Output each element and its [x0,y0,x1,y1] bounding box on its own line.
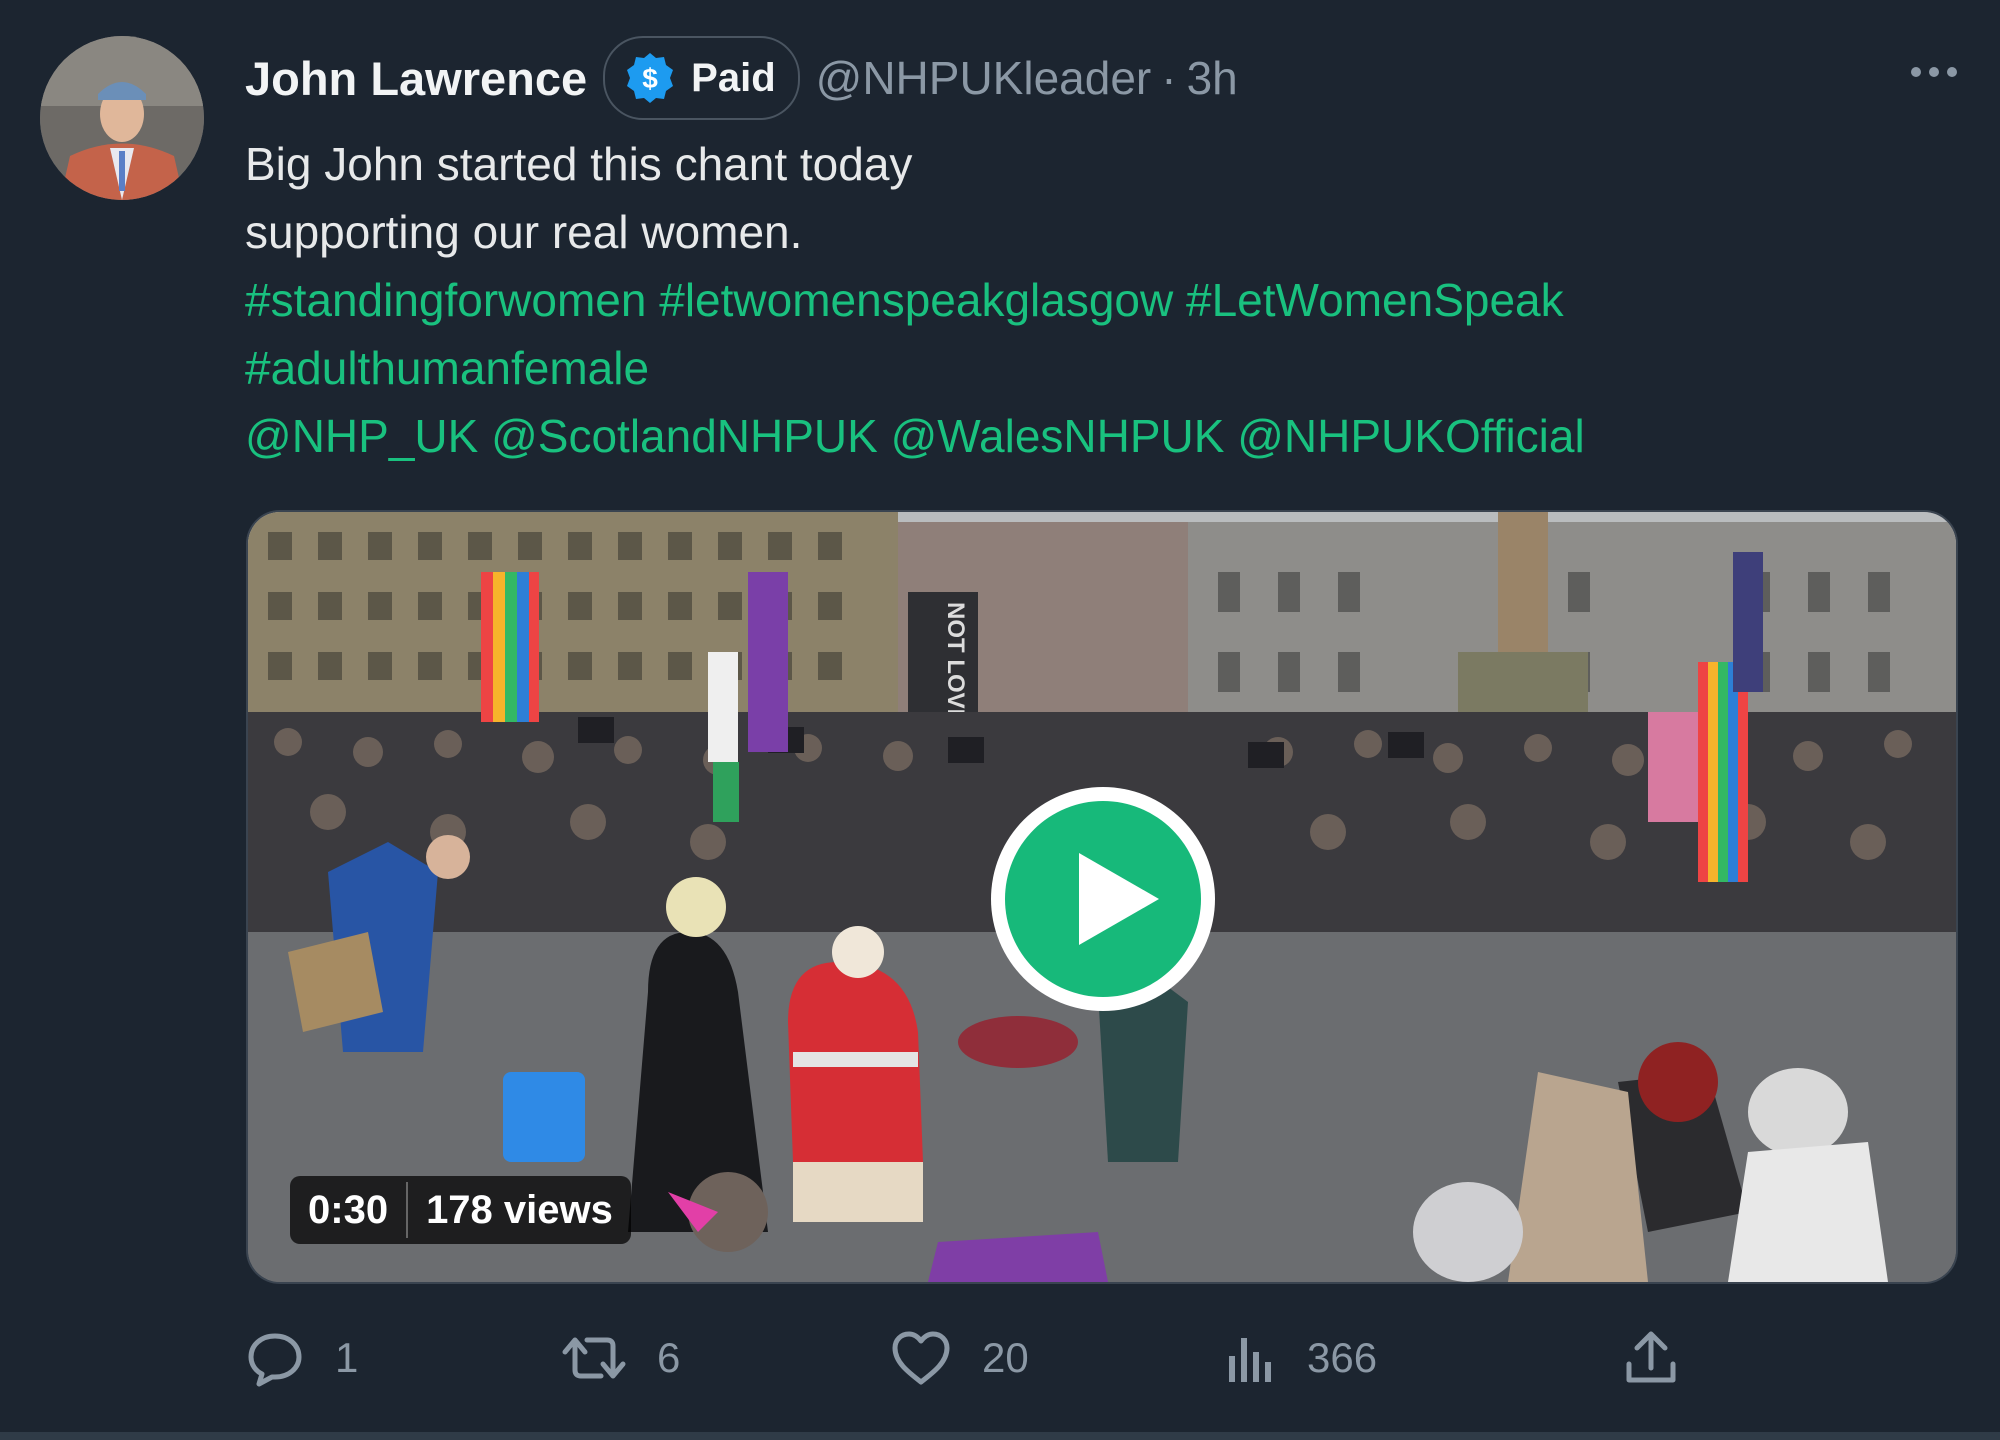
svg-text:$: $ [642,63,658,94]
meta-separator: · [1161,52,1177,104]
author-handle[interactable]: @NHPUKleader [816,51,1152,105]
post-time[interactable]: 3h [1187,51,1238,105]
paid-badge[interactable]: $ Paid [603,36,800,120]
video-player[interactable]: NOT LOVE 0:30 178 views [246,510,1958,1284]
hashtag-link[interactable]: #letwomenspeakglasgow [659,274,1173,326]
reply-button[interactable]: 1 [245,1318,358,1398]
share-button[interactable] [1623,1318,1679,1398]
hashtag-link[interactable]: #standingforwomen [245,274,646,326]
like-button[interactable]: 20 [890,1318,1029,1398]
badge-label: Paid [691,55,776,100]
repost-count: 6 [657,1334,681,1381]
analytics-button[interactable]: 366 [1225,1318,1377,1398]
mention-link[interactable]: @NHPUKOfficial [1237,410,1584,462]
dollar-icon: $ [627,53,674,103]
video-duration: 0:30 [308,1187,389,1232]
repost-icon [562,1337,626,1379]
mention-link[interactable]: @WalesNHPUK [891,410,1225,462]
avatar[interactable] [40,36,204,200]
share-icon [1626,1331,1676,1383]
tweet-text: Big John started this chant today suppor… [245,130,1945,470]
divider [0,1432,2000,1440]
play-icon [1005,801,1201,997]
hashtag-link[interactable]: #LetWomenSpeak [1186,274,1564,326]
like-icon [892,1331,950,1385]
analytics-icon [1229,1338,1271,1382]
avatar-image [40,36,204,200]
reply-icon [248,1333,302,1387]
banner-text: NOT LOVE [942,602,969,725]
play-button[interactable] [991,787,1215,1011]
view-count: 366 [1307,1334,1378,1381]
mention-link[interactable]: @ScotlandNHPUK [491,410,878,462]
tweet-header: John Lawrence $ Paid @NHPUKleader · 3h [245,36,1238,120]
mention-link[interactable]: @NHP_UK [245,410,478,462]
reply-count: 1 [335,1334,359,1381]
video-views: 178 views [426,1187,613,1232]
hashtag-link[interactable]: #adulthumanfemale [245,342,649,394]
author-name[interactable]: John Lawrence [245,51,587,106]
video-meta: 0:30 178 views [290,1176,631,1244]
tweet-line: Big John started this chant today [245,138,913,190]
more-icon[interactable] [1908,48,1960,96]
action-bar: 1 6 20 366 [245,1318,1705,1398]
repost-button[interactable]: 6 [561,1318,680,1398]
tweet-line: supporting our real women. [245,206,803,258]
like-count: 20 [982,1334,1029,1381]
